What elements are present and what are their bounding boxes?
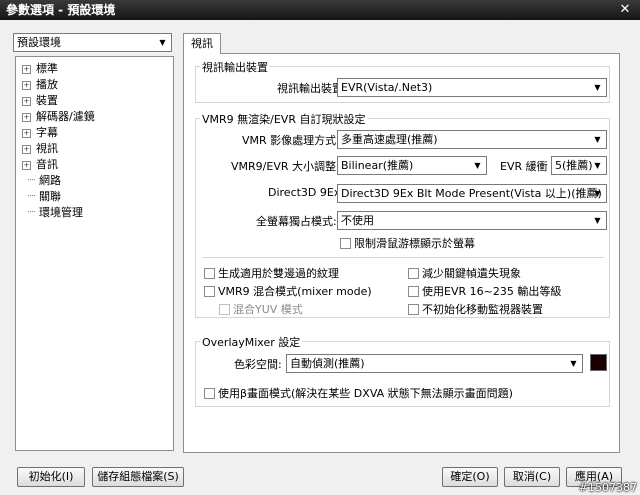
chevron-down-icon[interactable]: ▼	[470, 158, 485, 173]
resize-value: Bilinear(推薦)	[341, 159, 414, 172]
tree-item-label: 字幕	[36, 126, 58, 139]
output-device-group-title: 視訊輸出裝置	[200, 59, 270, 75]
tree-item-label: 網路	[39, 174, 61, 187]
chevron-down-icon[interactable]: ▼	[590, 186, 605, 201]
fullscreen-select[interactable]: 不使用 ▼	[337, 211, 607, 230]
chevron-down-icon[interactable]: ▼	[590, 132, 605, 147]
render-mode-value: 多重高速處理(推薦)	[341, 133, 438, 146]
texture-label: 生成適用於雙邊過的紋理	[218, 267, 339, 280]
color-space-select[interactable]: 自動偵測(推薦) ▼	[286, 354, 583, 373]
fullscreen-label: 全螢幕獨占模式:	[256, 215, 337, 228]
evr-range-checkbox[interactable]: 使用EVR 16~235 輸出等級	[408, 285, 561, 298]
yuv-mix-label: 混合YUV 模式	[233, 303, 303, 316]
save-config-button[interactable]: 儲存組態檔案(S)	[92, 467, 184, 487]
divider	[202, 257, 604, 258]
evr-buffer-select[interactable]: 5(推薦) ▼	[551, 156, 607, 175]
tree-item-subtitles[interactable]: + 字幕	[22, 125, 58, 141]
video-settings-panel: 視訊輸出裝置 視訊輸出裝置: EVR(Vista/.Net3) ▼ VMR9 無…	[183, 53, 620, 453]
expand-icon[interactable]: +	[22, 81, 31, 90]
expand-icon[interactable]: +	[22, 145, 31, 154]
evr-buffer-value: 5(推薦)	[555, 159, 593, 172]
close-icon[interactable]: ✕	[616, 1, 634, 19]
expand-icon[interactable]: +	[22, 129, 31, 138]
limit-cursor-checkbox[interactable]: 限制滑鼠游標顯示於螢幕	[340, 237, 475, 250]
output-device-select[interactable]: EVR(Vista/.Net3) ▼	[337, 78, 607, 97]
tree-item-playback[interactable]: + 播放	[22, 77, 58, 93]
texture-checkbox[interactable]: 生成適用於雙邊過的紋理	[204, 267, 339, 280]
vmr-evr-group-title: VMR9 無渲染/EVR 自訂現狀設定	[200, 111, 368, 127]
tab-video[interactable]: 視訊	[183, 33, 221, 54]
yuv-mix-checkbox[interactable]: 混合YUV 模式	[219, 303, 303, 316]
tree-item-audio[interactable]: + 音訊	[22, 157, 58, 173]
tree-item-label: 關聯	[39, 190, 61, 203]
preferences-window: 參數選項 - 預設環境 ✕ 預設環境 ▼ + 標準 + 播放 + 裝置 + 解碼器/濾鏡…	[0, 0, 640, 495]
tree-item-profile-management[interactable]: 環境管理	[28, 205, 83, 221]
d3d-value: Direct3D 9Ex Blt Mode Present(Vista 以上)(…	[341, 187, 602, 200]
color-swatch-button[interactable]	[590, 354, 607, 371]
profile-select[interactable]: 預設環境 ▼	[13, 33, 172, 52]
overlay-mixer-group-title: OverlayMixer 設定	[200, 334, 303, 350]
chevron-down-icon[interactable]: ▼	[155, 35, 170, 50]
expand-icon[interactable]: +	[22, 161, 31, 170]
chevron-down-icon[interactable]: ▼	[590, 213, 605, 228]
evr-buffer-label: EVR 緩衝	[500, 160, 548, 173]
reduce-frames-label: 減少關鍵幀遺失現象	[422, 267, 521, 280]
mixer-mode-checkbox[interactable]: VMR9 混合模式(mixer mode)	[204, 285, 372, 298]
expand-icon[interactable]: +	[22, 97, 31, 106]
expand-icon[interactable]: +	[22, 113, 31, 122]
mixer-mode-label: VMR9 混合模式(mixer mode)	[218, 285, 372, 298]
color-space-value: 自動偵測(推薦)	[290, 357, 365, 370]
beta-mode-checkbox[interactable]: 使用β畫面模式(解決在某些 DXVA 狀態下無法顯示畫面問題)	[204, 387, 513, 400]
tree-item-label: 環境管理	[39, 206, 83, 219]
profile-select-value: 預設環境	[17, 36, 61, 49]
tree-item-label: 播放	[36, 78, 58, 91]
expand-icon[interactable]: +	[22, 65, 31, 74]
render-mode-label: VMR 影像處理方式:	[242, 134, 340, 147]
no-init-monitor-label: 不初始化移動監視器裝置	[422, 303, 543, 316]
color-space-label: 色彩空間:	[234, 358, 282, 371]
d3d-label: Direct3D 9Ex:	[268, 186, 345, 199]
chevron-down-icon[interactable]: ▼	[590, 80, 605, 95]
tree-item-associations[interactable]: 關聯	[28, 189, 61, 205]
render-mode-select[interactable]: 多重高速處理(推薦) ▼	[337, 130, 607, 149]
tree-item-label: 解碼器/濾鏡	[36, 110, 95, 123]
evr-range-label: 使用EVR 16~235 輸出等級	[422, 285, 562, 298]
tree-item-label: 標準	[36, 62, 58, 75]
resize-label: VMR9/EVR 大小調整:	[231, 160, 340, 173]
tree-item-decoders-filters[interactable]: + 解碼器/濾鏡	[22, 109, 95, 125]
title-bar[interactable]: 參數選項 - 預設環境 ✕	[0, 0, 640, 20]
tree-item-devices[interactable]: + 裝置	[22, 93, 58, 109]
tree-item-label: 音訊	[36, 158, 58, 171]
tree-item-label: 視訊	[36, 142, 58, 155]
window-title: 參數選項 - 預設環境	[6, 3, 116, 17]
tree-item-label: 裝置	[36, 94, 58, 107]
output-device-value: EVR(Vista/.Net3)	[341, 81, 433, 94]
reduce-frames-checkbox[interactable]: 減少關鍵幀遺失現象	[408, 267, 521, 280]
beta-mode-label: 使用β畫面模式(解決在某些 DXVA 狀態下無法顯示畫面問題)	[218, 387, 513, 400]
d3d-select[interactable]: Direct3D 9Ex Blt Mode Present(Vista 以上)(…	[337, 184, 607, 203]
tree-item-standard[interactable]: + 標準	[22, 61, 58, 77]
ok-button[interactable]: 確定(O)	[442, 467, 498, 487]
resize-select[interactable]: Bilinear(推薦) ▼	[337, 156, 487, 175]
watermark-text: #1507387	[578, 481, 637, 494]
cancel-button[interactable]: 取消(C)	[504, 467, 560, 487]
chevron-down-icon[interactable]: ▼	[566, 356, 581, 371]
chevron-down-icon[interactable]: ▼	[590, 158, 605, 173]
no-init-monitor-checkbox[interactable]: 不初始化移動監視器裝置	[408, 303, 543, 316]
category-tree[interactable]: + 標準 + 播放 + 裝置 + 解碼器/濾鏡 + 字幕 + 視訊 + 音訊 網路 關聯 環境…	[15, 56, 174, 451]
tree-item-video[interactable]: + 視訊	[22, 141, 58, 157]
fullscreen-value: 不使用	[341, 214, 374, 227]
limit-cursor-label: 限制滑鼠游標顯示於螢幕	[354, 237, 475, 250]
tree-item-network[interactable]: 網路	[28, 173, 61, 189]
init-button[interactable]: 初始化(I)	[17, 467, 85, 487]
